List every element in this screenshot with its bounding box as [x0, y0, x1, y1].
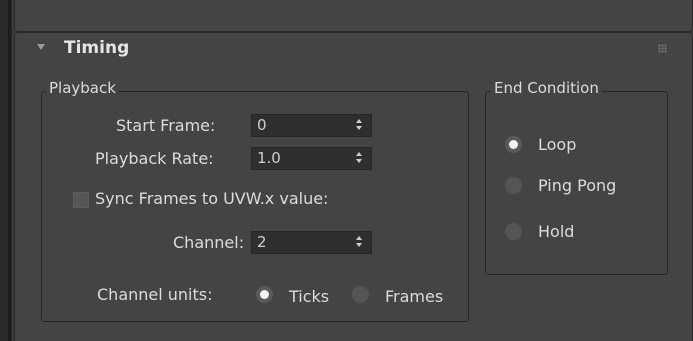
sync-frames-checkbox[interactable] — [73, 192, 89, 208]
end-condition-hold-label[interactable]: Hold — [538, 222, 574, 241]
spinner-arrows-icon[interactable] — [356, 152, 363, 166]
drag-grip-icon[interactable] — [658, 44, 667, 53]
panel-frame-divider — [8, 0, 11, 341]
channel-spinner[interactable]: 2 — [251, 231, 372, 254]
channel-value[interactable]: 2 — [257, 233, 267, 251]
end-condition-group-label: End Condition — [491, 79, 602, 97]
channel-label: Channel: — [173, 233, 245, 252]
start-frame-label: Start Frame: — [116, 116, 216, 135]
channel-units-frames-label[interactable]: Frames — [385, 287, 443, 306]
end-condition-loop-radio[interactable] — [505, 136, 522, 153]
channel-units-frames-radio[interactable] — [352, 286, 369, 303]
spinner-arrows-icon[interactable] — [356, 236, 363, 250]
end-condition-loop-label[interactable]: Loop — [538, 135, 576, 154]
playback-rate-label: Playback Rate: — [95, 149, 214, 168]
playback-rate-spinner[interactable]: 1.0 — [251, 147, 372, 170]
playback-rate-value[interactable]: 1.0 — [257, 149, 281, 167]
start-frame-spinner[interactable]: 0 — [251, 114, 372, 137]
sync-frames-label[interactable]: Sync Frames to UVW.x value: — [95, 189, 328, 208]
end-condition-pingpong-radio[interactable] — [505, 177, 522, 194]
collapse-arrow-icon[interactable] — [37, 44, 45, 50]
previous-rollout — [14, 0, 693, 32]
end-condition-hold-radio[interactable] — [505, 223, 522, 240]
playback-group-label: Playback — [46, 79, 119, 97]
start-frame-value[interactable]: 0 — [257, 116, 267, 134]
end-condition-pingpong-label[interactable]: Ping Pong — [538, 176, 616, 195]
spinner-arrows-icon[interactable] — [356, 119, 363, 133]
channel-units-label: Channel units: — [97, 285, 213, 304]
rollout-title[interactable]: Timing — [64, 38, 129, 58]
channel-units-ticks-radio[interactable] — [256, 286, 273, 303]
channel-units-ticks-label[interactable]: Ticks — [289, 287, 329, 306]
